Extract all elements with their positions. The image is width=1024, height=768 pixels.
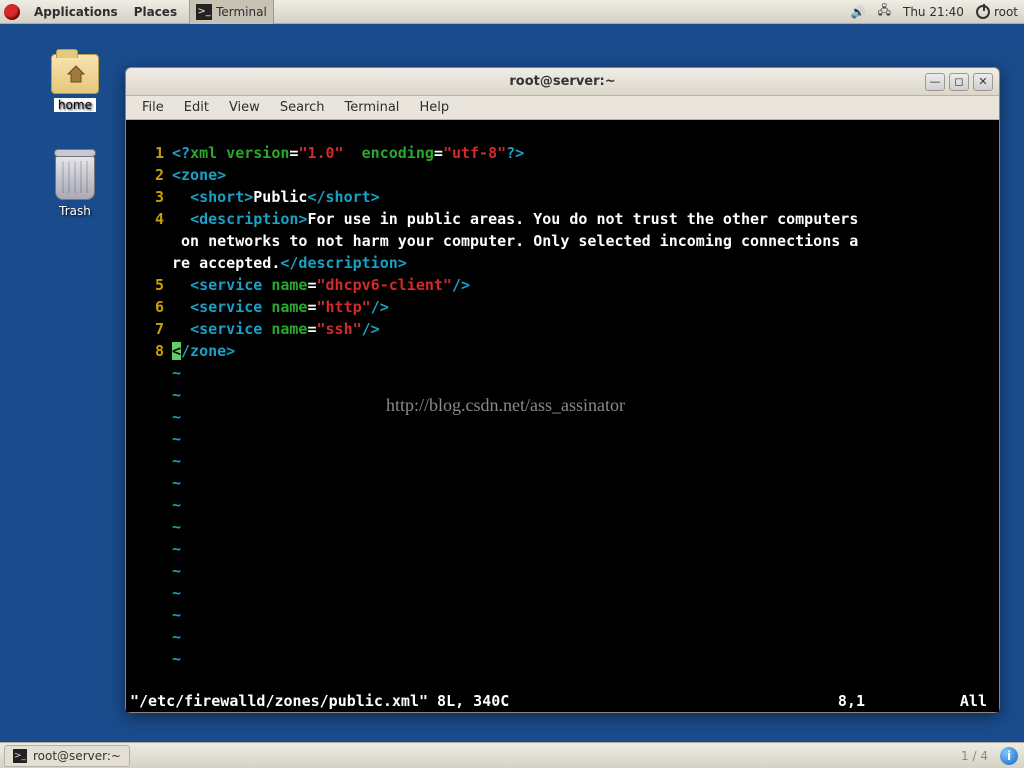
trash-label: Trash [40,204,110,218]
user-menu[interactable]: root [970,5,1024,19]
desktop[interactable]: home Trash root@server:~ — ◻ ✕ File Edit… [0,24,1024,742]
trash[interactable]: Trash [40,154,110,218]
vim-status-line: "/etc/firewalld/zones/public.xml" 8L, 34… [126,690,999,712]
home-folder[interactable]: home [40,54,110,112]
terminal-window: root@server:~ — ◻ ✕ File Edit View Searc… [125,67,1000,713]
menubar: File Edit View Search Terminal Help [126,96,999,120]
applications-menu[interactable]: Applications [26,5,126,19]
line-number-gutter: 1 2 3 4 5 6 7 8 [126,120,172,690]
power-icon [976,5,990,19]
status-scroll: All [960,692,987,710]
terminal-icon: >_ [196,4,212,20]
minimize-button[interactable]: — [925,73,945,91]
close-button[interactable]: ✕ [973,73,993,91]
workspace-pager-label: 1 / 4 [961,749,994,763]
menu-help[interactable]: Help [411,98,457,117]
info-icon[interactable]: i [1000,747,1018,765]
menu-edit[interactable]: Edit [176,98,217,117]
active-app-indicator[interactable]: >_ Terminal [189,0,274,24]
top-panel: Applications Places >_ Terminal 🔊 🖧 Thu … [0,0,1024,24]
terminal-body[interactable]: 1 2 3 4 5 6 7 8 <?xml version="1.0" enco… [126,120,999,712]
taskbar-entry-label: root@server:~ [33,749,121,763]
window-title: root@server:~ [126,74,999,89]
user-label: root [994,5,1018,19]
terminal-icon: >_ [13,749,27,763]
watermark: http://blog.csdn.net/ass_assinator [386,395,625,416]
folder-icon [51,54,99,94]
home-label: home [54,98,96,112]
clock[interactable]: Thu 21:40 [897,5,970,19]
distro-icon [4,4,20,20]
maximize-button[interactable]: ◻ [949,73,969,91]
network-icon[interactable]: 🖧 [872,1,897,22]
bottom-panel: >_ root@server:~ 1 / 4 i [0,742,1024,768]
menu-search[interactable]: Search [272,98,333,117]
places-menu[interactable]: Places [126,5,185,19]
active-app-label: Terminal [216,5,267,19]
menu-terminal[interactable]: Terminal [336,98,407,117]
menu-file[interactable]: File [134,98,172,117]
status-filename: "/etc/firewalld/zones/public.xml" 8L, 34… [130,692,509,710]
titlebar[interactable]: root@server:~ — ◻ ✕ [126,68,999,96]
taskbar-entry[interactable]: >_ root@server:~ [4,745,130,767]
cursor: < [172,342,181,360]
volume-icon[interactable]: 🔊 [845,5,872,19]
trash-icon [55,154,95,200]
menu-view[interactable]: View [221,98,268,117]
